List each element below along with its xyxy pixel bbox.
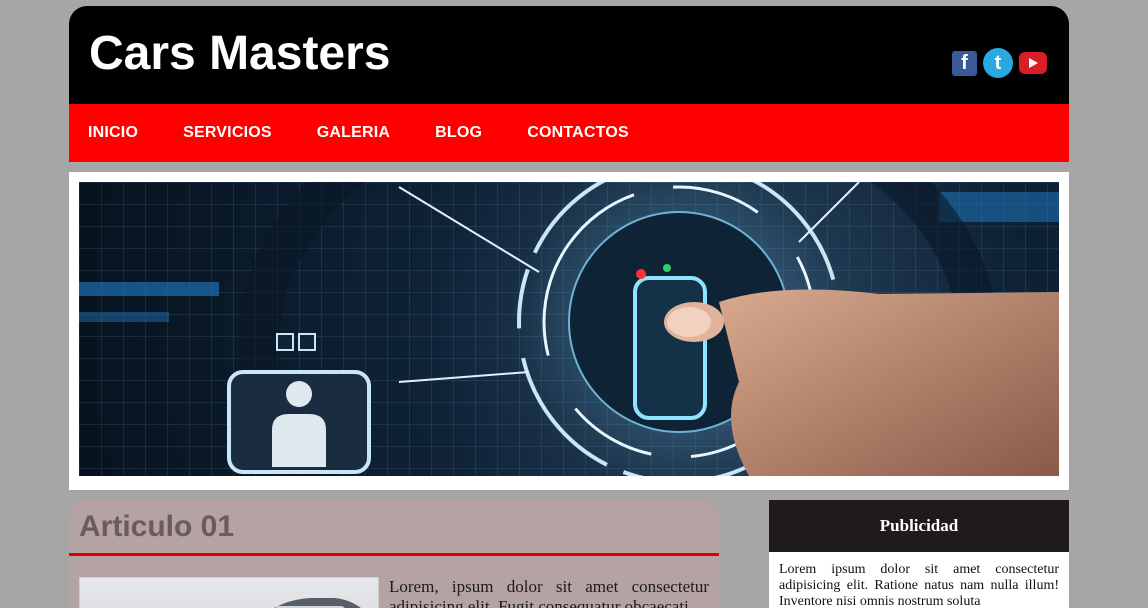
site-header: Cars Masters f t: [69, 6, 1069, 104]
sidebar-body: Lorem ipsum dolor sit amet consectetur a…: [769, 552, 1069, 608]
nav-item-galeria[interactable]: GALERIA: [317, 124, 390, 142]
article-text: Lorem, ipsum dolor sit amet consectetur …: [389, 577, 709, 608]
banner-frame: [69, 172, 1069, 490]
facebook-icon[interactable]: f: [952, 50, 977, 76]
nav-item-inicio[interactable]: INICIO: [88, 124, 138, 142]
social-links: f t: [952, 48, 1047, 78]
banner-image: [79, 182, 1059, 476]
fingerprint-tech-illustration: [79, 182, 1059, 476]
twitter-icon[interactable]: t: [983, 48, 1013, 78]
main-nav: INICIO SERVICIOS GALERIA BLOG CONTACTOS: [69, 104, 1069, 162]
sidebar-header: Publicidad: [769, 500, 1069, 552]
article-divider: [69, 553, 719, 556]
nav-item-contactos[interactable]: CONTACTOS: [527, 124, 629, 142]
article-card: Articulo 01 Lorem, ipsum dolor sit amet …: [69, 500, 719, 608]
youtube-icon[interactable]: [1019, 52, 1047, 74]
nav-item-blog[interactable]: BLOG: [435, 124, 482, 142]
article-car-image: [79, 577, 379, 608]
nav-item-servicios[interactable]: SERVICIOS: [183, 124, 272, 142]
sidebar-text: Lorem ipsum dolor sit amet consectetur a…: [779, 562, 1059, 608]
car-icon: [274, 598, 361, 608]
play-icon: [1029, 58, 1038, 68]
article-title[interactable]: Articulo 01: [79, 510, 234, 544]
site-title[interactable]: Cars Masters: [89, 28, 391, 80]
sidebar-title: Publicidad: [879, 516, 959, 535]
